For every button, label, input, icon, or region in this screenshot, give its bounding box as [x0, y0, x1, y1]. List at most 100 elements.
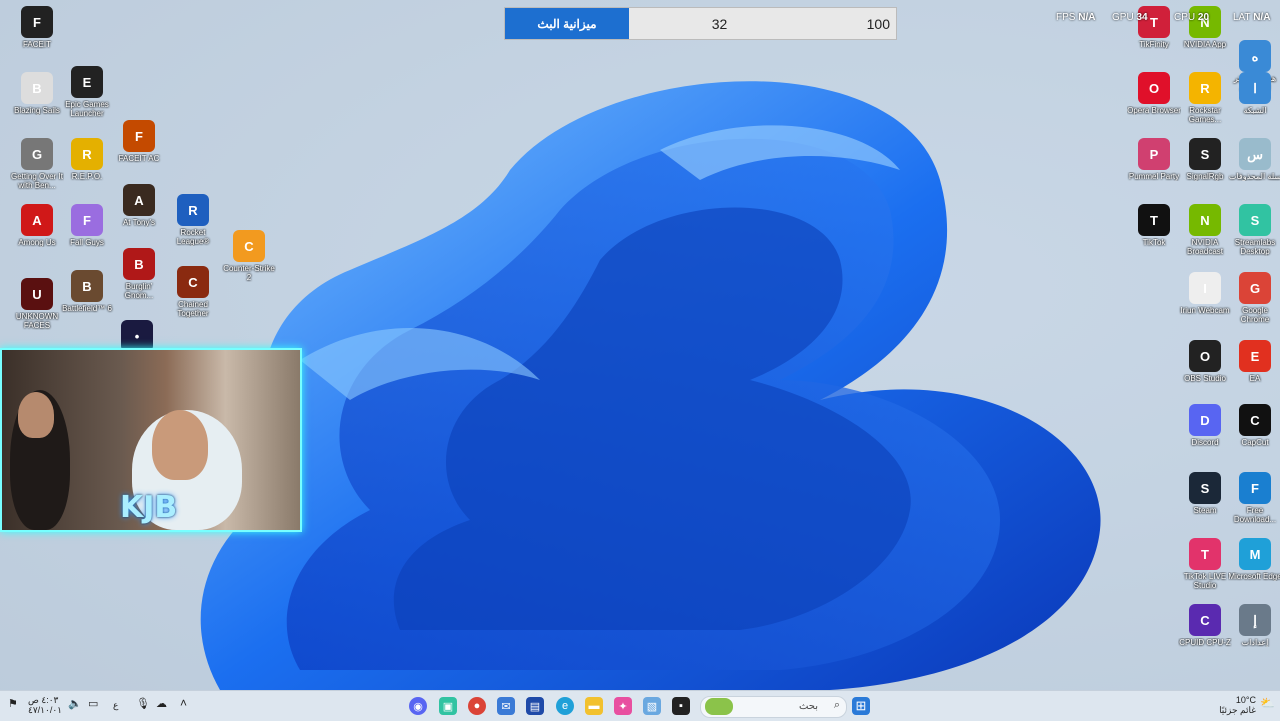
photos-taskbar-icon[interactable]: ▧ [643, 697, 661, 715]
desktop-icon-label: NVIDIA App [1183, 40, 1227, 49]
desktop-icon-shortcut[interactable]: O Opera Browser [1127, 72, 1181, 115]
desktop-icon-shortcut[interactable]: A Among Us [10, 204, 64, 247]
desktop-icon-shortcut[interactable]: S SignalRgb [1178, 138, 1232, 181]
weather-temp: 10°C [1235, 695, 1256, 705]
desktop-icon-shortcut[interactable]: N NVIDIA Broadcast [1178, 204, 1232, 256]
gnome-icon: B [123, 248, 155, 280]
taskbar-search[interactable]: بحث ⌕ [700, 696, 847, 718]
display-icon[interactable]: ▭ [88, 699, 98, 710]
network-icon[interactable]: ⚑ [8, 699, 18, 710]
desktop-icon-shortcut[interactable]: F FACEIT AC [112, 120, 166, 163]
desktop-icon-shortcut[interactable]: س سلة المحذوفات [1228, 138, 1280, 181]
desktop-icon-shortcut[interactable]: P Pummel Party [1127, 138, 1181, 181]
desktop-icon-label: EA [1249, 374, 1261, 383]
desktop-icon-shortcut[interactable]: R Rocket League® [166, 194, 220, 246]
download-icon: F [1239, 472, 1271, 504]
copilot-taskbar-icon[interactable]: ✦ [614, 697, 632, 715]
tiktok-live-icon: T [1189, 538, 1221, 570]
desktop-icon-label: Microsoft Edge [1228, 572, 1280, 581]
desktop-icon-shortcut[interactable]: S Steam [1178, 472, 1232, 515]
desktop-icon-shortcut[interactable]: B Battlefield™ 6 [60, 270, 114, 313]
cpuz-icon: C [1189, 604, 1221, 636]
desktop-icon-label: Rocket League® [176, 228, 210, 246]
chrome-taskbar-icon[interactable]: ● [468, 697, 486, 715]
desktop-icon-shortcut[interactable]: U UNKNOWN FACES [10, 278, 64, 330]
obs-icon: O [1189, 340, 1221, 372]
desktop-icon-shortcut[interactable]: E EA [1228, 340, 1280, 383]
clock[interactable]: ٤:٠٣ ص ٤٧/١٠/٠١ [28, 695, 62, 715]
pummel-icon: P [1138, 138, 1170, 170]
network-icon: ا [1239, 72, 1271, 104]
desktop-icon-label: SignalRgb [1186, 172, 1224, 181]
desktop-icon-shortcut[interactable]: I Iriun Webcam [1178, 272, 1232, 315]
microphone-icon[interactable]: 🎙 [136, 699, 150, 710]
webcam-overlay: KJB [0, 348, 302, 532]
desktop-icon-shortcut[interactable]: B Blazing Sails [10, 72, 64, 115]
cloud-icon[interactable]: ☁ [156, 699, 167, 710]
desktop-icon-shortcut[interactable]: G Getting Over It with Ben... [10, 138, 64, 190]
battlefield-icon: B [71, 270, 103, 302]
mail-taskbar-icon[interactable]: ✉ [497, 697, 515, 715]
desktop-icon-shortcut[interactable]: F FACEIT [10, 6, 64, 49]
desktop-icon-label: UNKNOWN FACES [15, 312, 59, 330]
start-button[interactable]: ⊞ [852, 697, 870, 715]
desktop-icon-shortcut[interactable]: B Burglin' Gnom... [112, 248, 166, 300]
desktop-icon-label: Counter-Strike 2 [223, 264, 275, 282]
chain-icon: C [177, 266, 209, 298]
budget-max: 100 [866, 15, 890, 32]
streamer-logo: KJB [120, 490, 178, 525]
desktop-icon-shortcut[interactable]: O OBS Studio [1178, 340, 1232, 383]
steam-icon: S [1189, 472, 1221, 504]
desktop-icon-label: Rockstar Games... [1188, 106, 1222, 124]
streamlabs-taskbar-icon[interactable]: ▣ [439, 697, 457, 715]
nvidia-broadcast-icon: N [1189, 204, 1221, 236]
desktop-icon-shortcut[interactable]: ا الشبكة [1228, 72, 1280, 115]
capcut-icon: C [1239, 404, 1271, 436]
chevron-up-icon[interactable]: ˄ [180, 697, 187, 709]
desktop-icon-shortcut[interactable]: D Discord [1178, 404, 1232, 447]
desktop-icon-label: At Tony's [122, 218, 156, 227]
desktop-icon-label: Chained Together [177, 300, 209, 318]
terminal-taskbar-icon[interactable]: ▪ [672, 697, 690, 715]
desktop-icon-shortcut[interactable]: C Counter-Strike 2 [222, 230, 276, 282]
store-taskbar-icon[interactable]: ▤ [526, 697, 544, 715]
desktop-icon-shortcut[interactable]: G Google Chrome [1228, 272, 1280, 324]
desktop-icon-shortcut[interactable]: R R.E.P.O. [60, 138, 114, 181]
desktop-icon-shortcut[interactable]: M Microsoft Edge [1228, 538, 1280, 581]
input-language[interactable]: ع [113, 700, 118, 710]
chrome-icon: G [1239, 272, 1271, 304]
desktop-icon-shortcut[interactable]: A At Tony's [112, 184, 166, 227]
file-explorer-taskbar-icon[interactable]: ▬ [585, 697, 603, 715]
desktop-icon-shortcut[interactable]: F Fall Guys [60, 204, 114, 247]
desktop-icon-label: Blazing Sails [14, 106, 60, 115]
desktop-icon-shortcut[interactable]: T TikTok LIVE Studio [1178, 538, 1232, 590]
face-right [152, 410, 208, 480]
desktop-icon-shortcut[interactable]: T TikTok [1127, 204, 1181, 247]
opera-icon: O [1138, 72, 1170, 104]
desktop-icon-shortcut[interactable]: C CapCut [1228, 404, 1280, 447]
desktop-icon-label: إعدادات [1241, 638, 1269, 647]
desktop-icon-label: R.E.P.O. [71, 172, 103, 181]
weather-icon: ⛅ [1260, 696, 1275, 710]
edge-taskbar-icon[interactable]: e [556, 697, 574, 715]
desktop-icon-shortcut[interactable]: C CPUID CPU-Z [1178, 604, 1232, 647]
desktop-icon-label: Pummel Party [1128, 172, 1180, 181]
search-highlight-icon [705, 698, 733, 715]
desktop-icon-shortcut[interactable]: E Epic Games Launcher [60, 66, 114, 118]
skull-icon: B [21, 72, 53, 104]
desktop-icon-label: Steam [1193, 506, 1217, 515]
desktop-icon-shortcut[interactable]: S Streamlabs Desktop [1228, 204, 1280, 256]
desktop-icon-shortcut[interactable]: F Free Download... [1228, 472, 1280, 524]
wallpaper-bloom [200, 81, 1101, 690]
hat-icon: U [21, 278, 53, 310]
cs2-icon: C [233, 230, 265, 262]
desktop-icon-shortcut[interactable]: C Chained Together [166, 266, 220, 318]
fall-guys-icon: F [71, 204, 103, 236]
among-us-icon: A [21, 204, 53, 236]
volume-icon[interactable]: 🔈 [68, 699, 82, 710]
desktop-icon-shortcut[interactable]: R Rockstar Games... [1178, 72, 1232, 124]
desktop-icon-shortcut[interactable]: إ إعدادات [1228, 604, 1280, 647]
discord-taskbar-icon[interactable]: ◉ [409, 697, 427, 715]
desktop-icon-label: Burglin' Gnom... [124, 282, 154, 300]
weather-widget[interactable]: 10°C غائم جزئيًا [1216, 695, 1256, 715]
